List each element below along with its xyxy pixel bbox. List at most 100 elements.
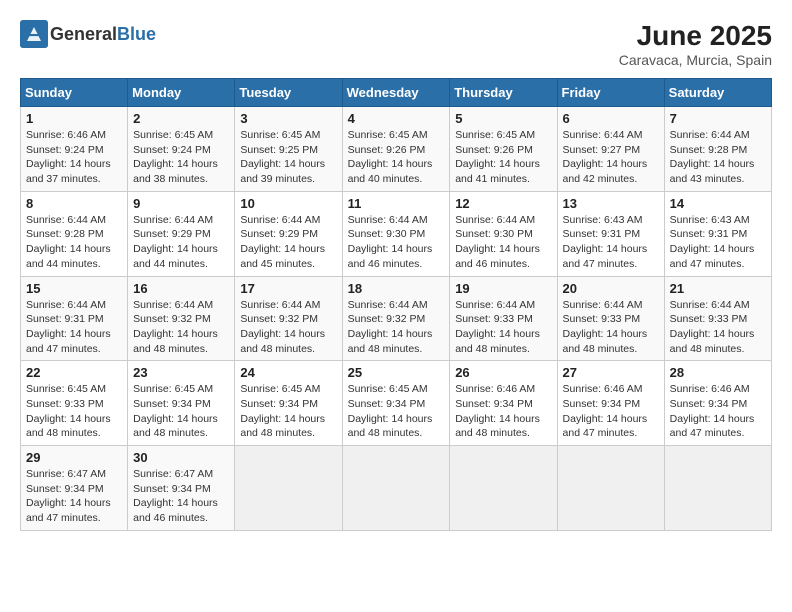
day-number: 7 xyxy=(670,111,766,126)
calendar-cell: 23 Sunrise: 6:45 AM Sunset: 9:34 PM Dayl… xyxy=(128,361,235,446)
calendar-cell: 15 Sunrise: 6:44 AM Sunset: 9:31 PM Dayl… xyxy=(21,276,128,361)
day-number: 18 xyxy=(348,281,445,296)
day-number: 1 xyxy=(26,111,122,126)
day-info: Sunrise: 6:44 AM Sunset: 9:28 PM Dayligh… xyxy=(26,213,122,272)
day-number: 10 xyxy=(240,196,336,211)
calendar-cell: 16 Sunrise: 6:44 AM Sunset: 9:32 PM Dayl… xyxy=(128,276,235,361)
day-number: 14 xyxy=(670,196,766,211)
day-info: Sunrise: 6:44 AM Sunset: 9:29 PM Dayligh… xyxy=(133,213,229,272)
calendar-cell: 25 Sunrise: 6:45 AM Sunset: 9:34 PM Dayl… xyxy=(342,361,450,446)
logo-general: General xyxy=(50,24,117,44)
day-info: Sunrise: 6:44 AM Sunset: 9:32 PM Dayligh… xyxy=(348,298,445,357)
day-number: 16 xyxy=(133,281,229,296)
day-info: Sunrise: 6:46 AM Sunset: 9:24 PM Dayligh… xyxy=(26,128,122,187)
calendar-cell xyxy=(557,446,664,531)
day-number: 13 xyxy=(563,196,659,211)
day-number: 8 xyxy=(26,196,122,211)
calendar-table: SundayMondayTuesdayWednesdayThursdayFrid… xyxy=(20,78,772,531)
day-info: Sunrise: 6:44 AM Sunset: 9:28 PM Dayligh… xyxy=(670,128,766,187)
day-info: Sunrise: 6:43 AM Sunset: 9:31 PM Dayligh… xyxy=(670,213,766,272)
calendar-cell: 19 Sunrise: 6:44 AM Sunset: 9:33 PM Dayl… xyxy=(450,276,557,361)
title-block: June 2025 Caravaca, Murcia, Spain xyxy=(619,20,772,68)
calendar-cell xyxy=(450,446,557,531)
calendar-cell xyxy=(342,446,450,531)
day-number: 23 xyxy=(133,365,229,380)
day-info: Sunrise: 6:44 AM Sunset: 9:32 PM Dayligh… xyxy=(133,298,229,357)
calendar-cell: 29 Sunrise: 6:47 AM Sunset: 9:34 PM Dayl… xyxy=(21,446,128,531)
day-info: Sunrise: 6:47 AM Sunset: 9:34 PM Dayligh… xyxy=(133,467,229,526)
day-info: Sunrise: 6:44 AM Sunset: 9:32 PM Dayligh… xyxy=(240,298,336,357)
day-number: 27 xyxy=(563,365,659,380)
day-number: 15 xyxy=(26,281,122,296)
day-number: 29 xyxy=(26,450,122,465)
logo: GeneralBlue xyxy=(20,20,156,48)
day-number: 11 xyxy=(348,196,445,211)
calendar-cell: 3 Sunrise: 6:45 AM Sunset: 9:25 PM Dayli… xyxy=(235,107,342,192)
day-info: Sunrise: 6:44 AM Sunset: 9:33 PM Dayligh… xyxy=(670,298,766,357)
day-info: Sunrise: 6:45 AM Sunset: 9:26 PM Dayligh… xyxy=(348,128,445,187)
page-header: GeneralBlue June 2025 Caravaca, Murcia, … xyxy=(20,20,772,68)
calendar-cell: 21 Sunrise: 6:44 AM Sunset: 9:33 PM Dayl… xyxy=(664,276,771,361)
calendar-cell: 22 Sunrise: 6:45 AM Sunset: 9:33 PM Dayl… xyxy=(21,361,128,446)
calendar-cell: 26 Sunrise: 6:46 AM Sunset: 9:34 PM Dayl… xyxy=(450,361,557,446)
day-number: 2 xyxy=(133,111,229,126)
day-info: Sunrise: 6:45 AM Sunset: 9:34 PM Dayligh… xyxy=(240,382,336,441)
day-number: 26 xyxy=(455,365,551,380)
calendar-cell: 11 Sunrise: 6:44 AM Sunset: 9:30 PM Dayl… xyxy=(342,191,450,276)
calendar-header-row: SundayMondayTuesdayWednesdayThursdayFrid… xyxy=(21,79,772,107)
calendar-cell: 20 Sunrise: 6:44 AM Sunset: 9:33 PM Dayl… xyxy=(557,276,664,361)
day-info: Sunrise: 6:44 AM Sunset: 9:31 PM Dayligh… xyxy=(26,298,122,357)
day-info: Sunrise: 6:45 AM Sunset: 9:34 PM Dayligh… xyxy=(133,382,229,441)
col-header-wednesday: Wednesday xyxy=(342,79,450,107)
day-number: 6 xyxy=(563,111,659,126)
col-header-monday: Monday xyxy=(128,79,235,107)
day-number: 4 xyxy=(348,111,445,126)
day-info: Sunrise: 6:46 AM Sunset: 9:34 PM Dayligh… xyxy=(670,382,766,441)
calendar-week-row: 15 Sunrise: 6:44 AM Sunset: 9:31 PM Dayl… xyxy=(21,276,772,361)
calendar-cell: 6 Sunrise: 6:44 AM Sunset: 9:27 PM Dayli… xyxy=(557,107,664,192)
day-info: Sunrise: 6:44 AM Sunset: 9:30 PM Dayligh… xyxy=(348,213,445,272)
day-number: 20 xyxy=(563,281,659,296)
day-number: 24 xyxy=(240,365,336,380)
calendar-cell xyxy=(664,446,771,531)
day-info: Sunrise: 6:45 AM Sunset: 9:24 PM Dayligh… xyxy=(133,128,229,187)
calendar-cell: 17 Sunrise: 6:44 AM Sunset: 9:32 PM Dayl… xyxy=(235,276,342,361)
calendar-week-row: 29 Sunrise: 6:47 AM Sunset: 9:34 PM Dayl… xyxy=(21,446,772,531)
day-number: 5 xyxy=(455,111,551,126)
col-header-friday: Friday xyxy=(557,79,664,107)
calendar-cell: 28 Sunrise: 6:46 AM Sunset: 9:34 PM Dayl… xyxy=(664,361,771,446)
calendar-cell: 24 Sunrise: 6:45 AM Sunset: 9:34 PM Dayl… xyxy=(235,361,342,446)
logo-blue: Blue xyxy=(117,24,156,44)
day-info: Sunrise: 6:44 AM Sunset: 9:33 PM Dayligh… xyxy=(455,298,551,357)
day-info: Sunrise: 6:44 AM Sunset: 9:29 PM Dayligh… xyxy=(240,213,336,272)
calendar-cell xyxy=(235,446,342,531)
day-info: Sunrise: 6:44 AM Sunset: 9:30 PM Dayligh… xyxy=(455,213,551,272)
logo-text: GeneralBlue xyxy=(50,24,156,45)
day-info: Sunrise: 6:44 AM Sunset: 9:33 PM Dayligh… xyxy=(563,298,659,357)
calendar-cell: 30 Sunrise: 6:47 AM Sunset: 9:34 PM Dayl… xyxy=(128,446,235,531)
month-year: June 2025 xyxy=(619,20,772,52)
calendar-cell: 18 Sunrise: 6:44 AM Sunset: 9:32 PM Dayl… xyxy=(342,276,450,361)
day-info: Sunrise: 6:45 AM Sunset: 9:34 PM Dayligh… xyxy=(348,382,445,441)
day-number: 12 xyxy=(455,196,551,211)
calendar-cell: 1 Sunrise: 6:46 AM Sunset: 9:24 PM Dayli… xyxy=(21,107,128,192)
day-info: Sunrise: 6:45 AM Sunset: 9:25 PM Dayligh… xyxy=(240,128,336,187)
calendar-cell: 13 Sunrise: 6:43 AM Sunset: 9:31 PM Dayl… xyxy=(557,191,664,276)
calendar-cell: 5 Sunrise: 6:45 AM Sunset: 9:26 PM Dayli… xyxy=(450,107,557,192)
calendar-cell: 9 Sunrise: 6:44 AM Sunset: 9:29 PM Dayli… xyxy=(128,191,235,276)
day-number: 19 xyxy=(455,281,551,296)
day-number: 17 xyxy=(240,281,336,296)
day-number: 21 xyxy=(670,281,766,296)
day-info: Sunrise: 6:46 AM Sunset: 9:34 PM Dayligh… xyxy=(455,382,551,441)
day-info: Sunrise: 6:46 AM Sunset: 9:34 PM Dayligh… xyxy=(563,382,659,441)
calendar-cell: 8 Sunrise: 6:44 AM Sunset: 9:28 PM Dayli… xyxy=(21,191,128,276)
day-info: Sunrise: 6:45 AM Sunset: 9:33 PM Dayligh… xyxy=(26,382,122,441)
calendar-cell: 7 Sunrise: 6:44 AM Sunset: 9:28 PM Dayli… xyxy=(664,107,771,192)
logo-icon xyxy=(20,20,48,48)
day-info: Sunrise: 6:43 AM Sunset: 9:31 PM Dayligh… xyxy=(563,213,659,272)
day-info: Sunrise: 6:44 AM Sunset: 9:27 PM Dayligh… xyxy=(563,128,659,187)
calendar-week-row: 8 Sunrise: 6:44 AM Sunset: 9:28 PM Dayli… xyxy=(21,191,772,276)
col-header-thursday: Thursday xyxy=(450,79,557,107)
col-header-tuesday: Tuesday xyxy=(235,79,342,107)
day-info: Sunrise: 6:45 AM Sunset: 9:26 PM Dayligh… xyxy=(455,128,551,187)
